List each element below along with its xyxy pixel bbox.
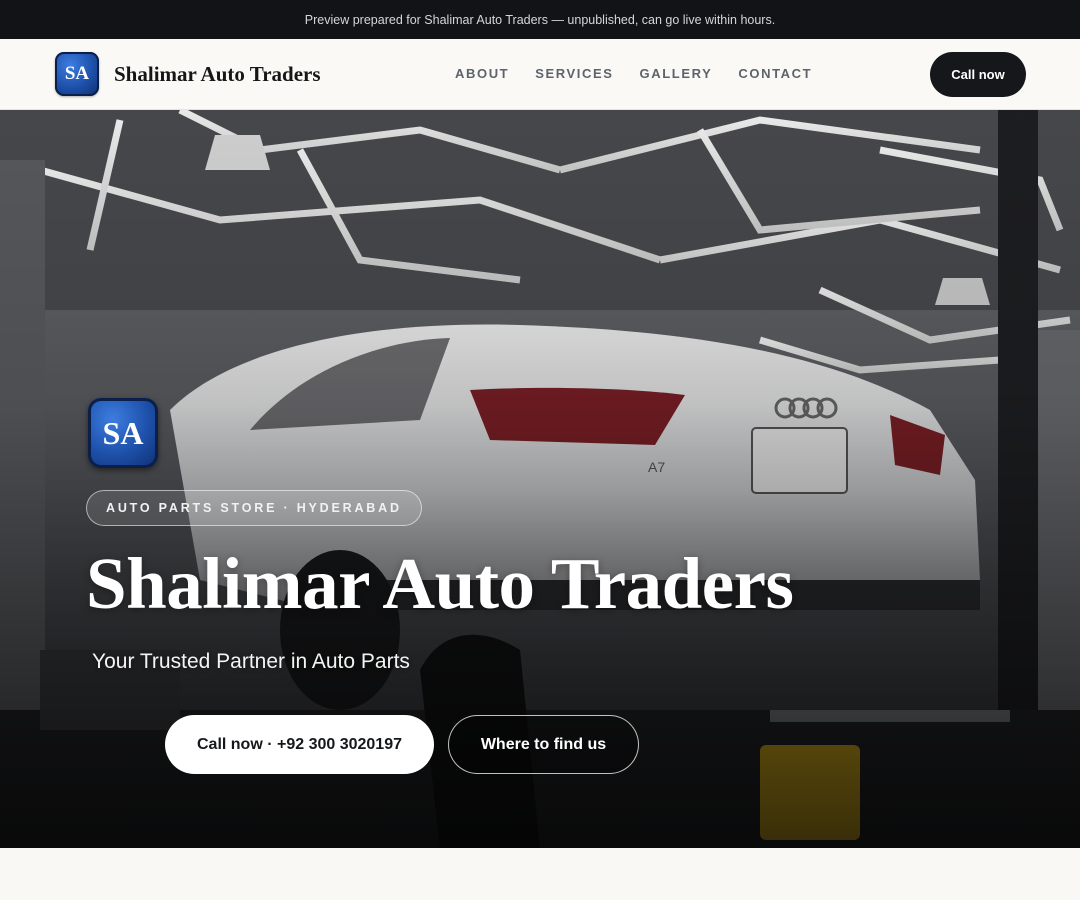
hero-subtitle: Your Trusted Partner in Auto Parts <box>92 650 410 673</box>
category-badge: AUTO PARTS STORE · HYDERABAD <box>86 490 422 526</box>
nav-link-services[interactable]: SERVICES <box>535 66 613 81</box>
find-us-label: Where to find us <box>480 735 607 753</box>
call-phone-label: Call now · +92 300 3020197 <box>196 735 402 753</box>
brand-logo: SA <box>55 52 99 96</box>
preview-banner: Preview prepared for Shalimar Auto Trade… <box>0 0 1080 39</box>
site-header: SA Shalimar Auto Traders ABOUT SERVICES … <box>0 39 1080 110</box>
category-badge-text: AUTO PARTS STORE · HYDERABAD <box>106 501 402 515</box>
preview-banner-text: Preview prepared for Shalimar Auto Trade… <box>304 12 776 27</box>
hero-section: A7 SA AUTO PARTS STORE · HYDERABAD Shali… <box>0 110 1080 848</box>
next-section <box>0 848 1080 900</box>
find-us-button[interactable]: Where to find us <box>448 715 639 774</box>
call-now-label: Call now <box>951 67 1005 82</box>
call-phone-button[interactable]: Call now · +92 300 3020197 <box>165 715 434 774</box>
main-nav: ABOUT SERVICES GALLERY CONTACT <box>455 66 812 81</box>
hero-logo: SA <box>88 398 158 468</box>
call-now-button[interactable]: Call now <box>930 52 1026 97</box>
nav-link-gallery[interactable]: GALLERY <box>640 66 713 81</box>
brand[interactable]: SA Shalimar Auto Traders <box>55 52 321 96</box>
nav-link-contact[interactable]: CONTACT <box>738 66 812 81</box>
brand-logo-initials: SA <box>64 63 90 84</box>
hero-title: Shalimar Auto Traders <box>86 543 794 624</box>
brand-name: Shalimar Auto Traders <box>114 61 321 86</box>
hero-logo-initials: SA <box>102 414 144 451</box>
nav-link-about[interactable]: ABOUT <box>455 66 509 81</box>
